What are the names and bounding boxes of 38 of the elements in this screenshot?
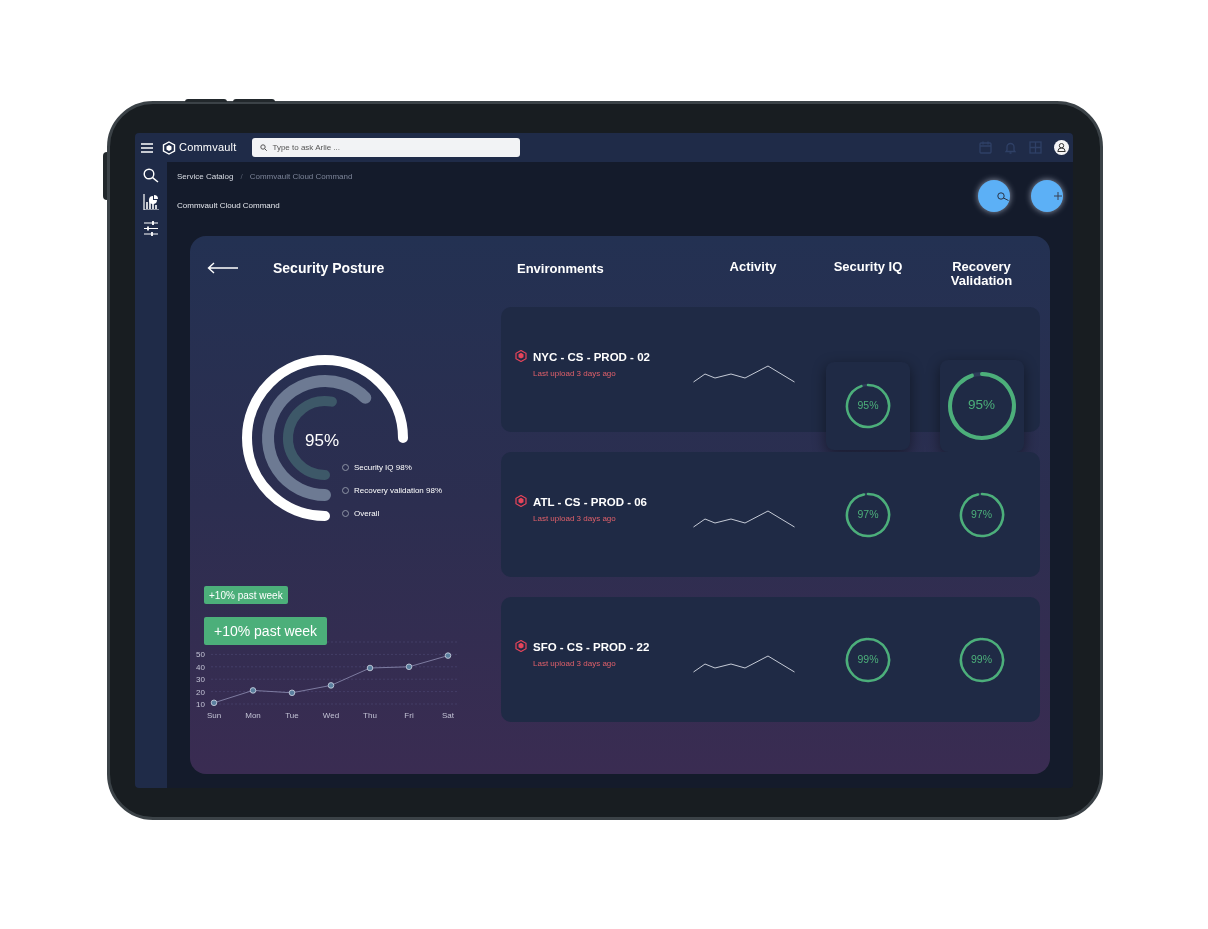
axis-tick-label: 10 [196,700,205,709]
percent-value: 97% [971,506,992,522]
percent-value: 99% [857,651,879,667]
column-header: Environments [516,260,605,276]
axis-tick-label: Fri [404,711,414,720]
axis-tick-label: 40 [196,662,205,672]
upload-status: Last upload 3 days ago [533,512,617,525]
column-header: Activity [728,260,778,274]
axis-tick-label: Sat [442,711,454,720]
legend-label: Overall [354,508,380,520]
breadcrumb-separator: / [240,171,243,183]
column-header: Security IQ [832,260,904,274]
axis-tick-label: 30 [196,675,205,685]
percent-value: 95% [968,396,995,415]
logo-text: Commvault [179,140,237,156]
upload-status: Last upload 3 days ago [533,367,617,380]
trend-badge: +10% past week [204,586,288,604]
gauge-value: 95% [305,430,340,452]
upload-status: Last upload 3 days ago [533,657,617,670]
environment-name: SFO - CS - PROD - 22 [533,640,650,656]
axis-tick-label: 20 [196,687,205,697]
percent-value: 95% [857,397,879,413]
axis-tick-label: Tue [285,711,299,720]
axis-tick-label: Wed [322,711,340,720]
percent-value: 97% [857,506,879,522]
environment-name: NYC - CS - PROD - 02 [533,350,650,366]
column-header: Recovery Validation [949,260,1014,288]
legend-label: Security IQ 98% [354,462,412,474]
section-title: Security Posture [273,258,385,278]
environment-name: ATL - CS - PROD - 06 [533,495,647,511]
axis-tick-label: Thu [363,711,377,720]
axis-tick-label: Sun [206,711,222,720]
page-title: Commvault Cloud Command [177,200,281,212]
axis-tick-label: Mon [245,711,261,720]
percent-value: 99% [971,651,992,667]
axis-tick-label: 50 [196,650,205,660]
trend-badge: +10% past week [204,617,328,645]
legend-label: Recovery validation 98% [354,485,443,497]
